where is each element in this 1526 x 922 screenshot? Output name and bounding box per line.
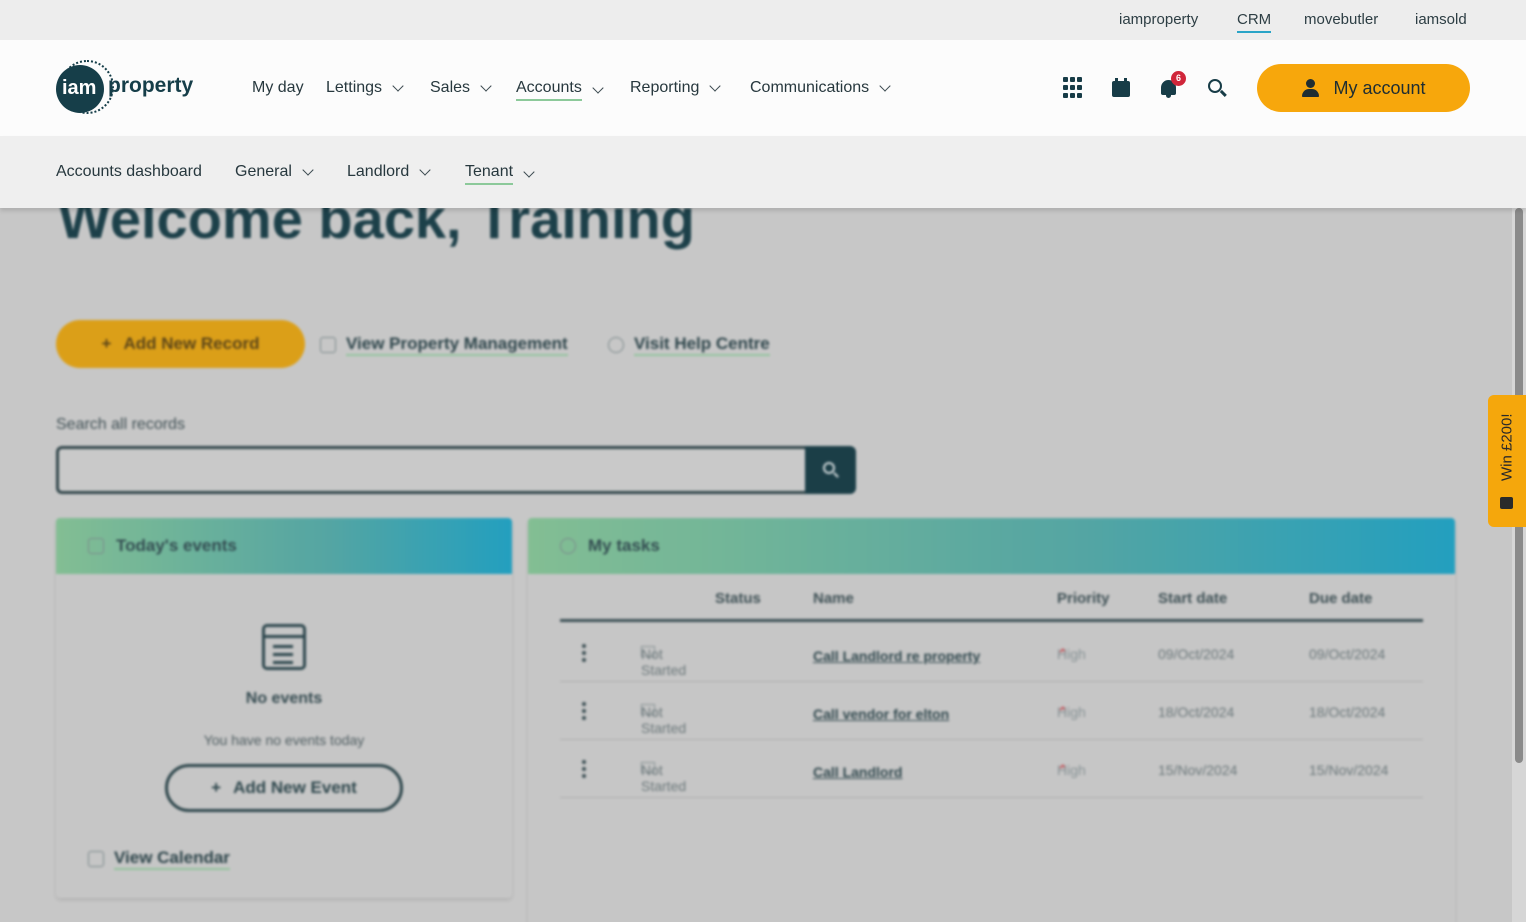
subnav-accounts-dashboard[interactable]: Accounts dashboard [56, 163, 202, 181]
logo-mark: iam [56, 65, 104, 113]
nav-sales[interactable]: Sales [430, 79, 492, 97]
iamproperty-logo[interactable]: iam property [56, 60, 206, 114]
chevron-down-icon [879, 79, 891, 92]
nav-lettings[interactable]: Lettings [326, 79, 404, 97]
search-icon[interactable] [1206, 77, 1228, 99]
nav-label: Lettings [326, 79, 383, 96]
topbar-link-iamsold[interactable]: iamsold [1415, 11, 1467, 28]
chevron-down-icon [709, 79, 722, 92]
nav-label: Accounts [516, 79, 582, 101]
nav-label: My day [252, 79, 304, 96]
calendar-icon[interactable] [1111, 77, 1133, 99]
my-account-button[interactable]: My account [1257, 64, 1470, 112]
nav-accounts[interactable]: Accounts [516, 79, 604, 101]
chevron-down-icon [592, 81, 604, 94]
nav-label: Reporting [630, 79, 700, 96]
promo-label: Win £200! [1498, 413, 1516, 481]
win-promo-tab[interactable]: Win £200! [1488, 395, 1526, 527]
nav-reporting[interactable]: Reporting [630, 79, 722, 97]
nav-my-day[interactable]: My day [252, 79, 304, 97]
subnav-label: Landlord [347, 163, 410, 180]
page-scrollbar[interactable] [1512, 208, 1526, 922]
subnav-label: General [235, 163, 292, 180]
subnav-label: Tenant [465, 163, 514, 185]
topbar-link-movebutler[interactable]: movebutler [1304, 11, 1378, 28]
person-icon [1301, 79, 1320, 97]
subnav-label: Accounts dashboard [56, 163, 202, 180]
main-header: iam property My day Lettings Sales Accou… [0, 40, 1526, 136]
logo-word: property [108, 74, 194, 97]
topbar-link-crm[interactable]: CRM [1237, 11, 1272, 33]
top-utility-bar: iamproperty CRM movebutler iamsold [0, 0, 1526, 40]
chevron-down-icon [419, 163, 431, 176]
dim-overlay [0, 208, 1512, 922]
subnav-general[interactable]: General [235, 163, 314, 181]
subnav-tenant[interactable]: Tenant [465, 163, 535, 185]
logo-mark-text: iam [62, 77, 97, 99]
gift-icon [1500, 497, 1513, 509]
subnav-landlord[interactable]: Landlord [347, 163, 431, 181]
apps-grid-icon[interactable] [1063, 77, 1085, 99]
chevron-down-icon [392, 79, 404, 92]
my-account-label: My account [1333, 77, 1426, 98]
nav-communications[interactable]: Communications [750, 79, 891, 97]
chevron-down-icon [302, 163, 314, 176]
nav-label: Communications [750, 79, 870, 96]
nav-label: Sales [430, 79, 471, 96]
topbar-link-iamproperty[interactable]: iamproperty [1119, 11, 1198, 28]
accounts-subnav: Accounts dashboard General Landlord Tena… [0, 136, 1526, 208]
chevron-down-icon [480, 79, 492, 92]
page-content: Welcome back, Training + Add New Record … [0, 208, 1512, 922]
bell-icon[interactable]: 6 [1158, 71, 1186, 99]
chevron-down-icon [523, 165, 535, 178]
notification-badge: 6 [1171, 71, 1186, 86]
